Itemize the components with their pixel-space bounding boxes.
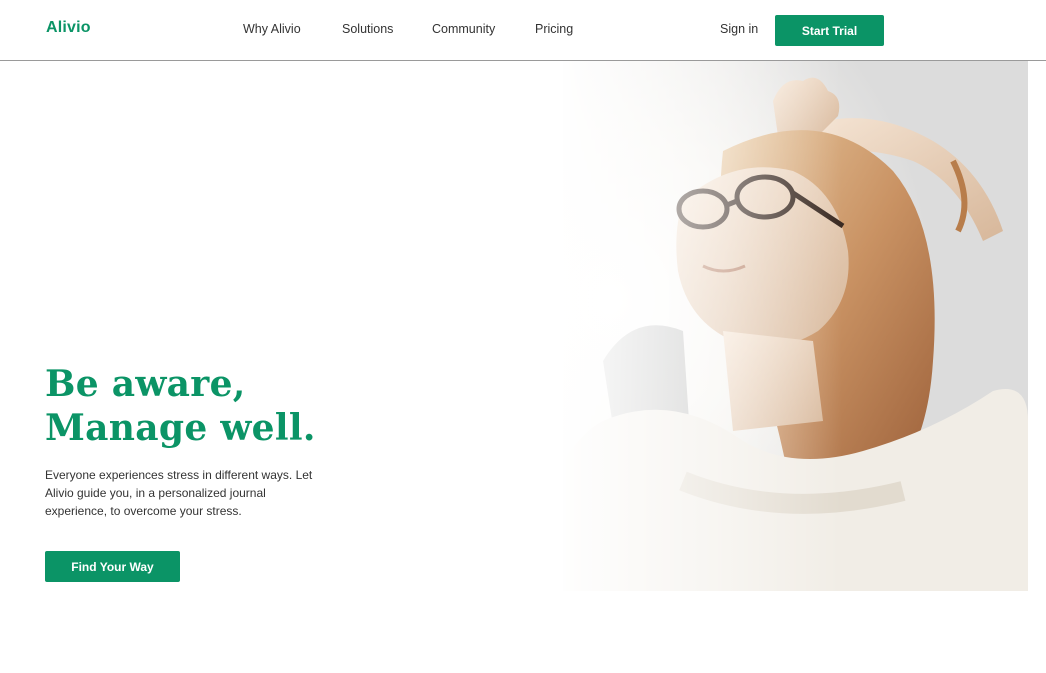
find-your-way-button[interactable]: Find Your Way bbox=[45, 551, 180, 582]
nav-link-community[interactable]: Community bbox=[432, 22, 495, 36]
logo[interactable]: Alivio bbox=[46, 19, 91, 37]
hero-headline-line-1: Be aware, bbox=[45, 363, 246, 405]
nav-link-why-alivio[interactable]: Why Alivio bbox=[243, 22, 301, 36]
woman-relaxing-illustration bbox=[563, 61, 1028, 591]
hero-headline: Be aware, Manage well. bbox=[45, 362, 445, 450]
site-header: Alivio Why Alivio Solutions Community Pr… bbox=[0, 0, 1046, 61]
hero-photo bbox=[563, 61, 1028, 591]
hero-description: Everyone experiences stress in different… bbox=[45, 468, 313, 518]
hero-headline-line-2: Manage well. bbox=[45, 407, 316, 449]
sign-in-link[interactable]: Sign in bbox=[720, 22, 758, 36]
nav-link-pricing[interactable]: Pricing bbox=[535, 22, 573, 36]
nav-link-solutions[interactable]: Solutions bbox=[342, 22, 393, 36]
start-trial-button[interactable]: Start Trial bbox=[775, 15, 884, 46]
